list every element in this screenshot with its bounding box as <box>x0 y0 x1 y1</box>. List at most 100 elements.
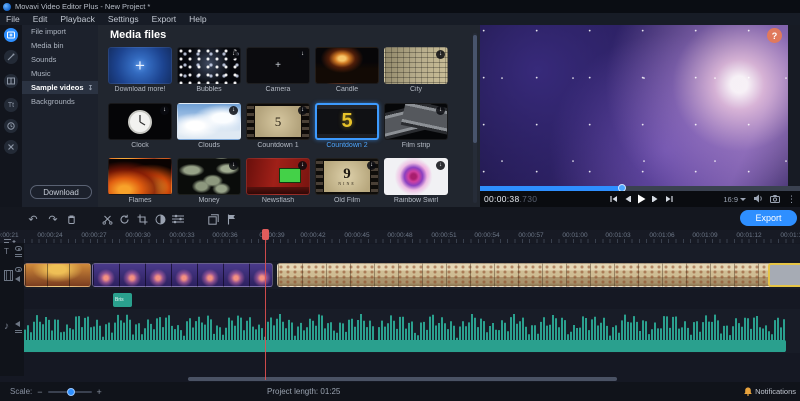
old-film-thumb[interactable]: 9 NINE ↓ <box>315 158 379 195</box>
sidebar-item-file-import[interactable]: File import <box>22 25 98 38</box>
media-item-film-strip[interactable]: ↓ Film strip <box>384 103 448 153</box>
eye-icon[interactable] <box>15 246 22 251</box>
sidebar-item-music[interactable]: Music <box>22 67 98 80</box>
media-item-city[interactable]: ↓ City <box>384 47 448 97</box>
prev-frame-icon[interactable] <box>624 195 631 203</box>
speaker-icon[interactable] <box>15 321 20 327</box>
export-button[interactable]: Export <box>740 210 797 226</box>
countdown-1-thumb[interactable]: 5 ↓ <box>246 103 310 140</box>
download-more-thumb[interactable]: + <box>108 47 172 84</box>
media-item-download-more[interactable]: + Download more! <box>108 47 172 97</box>
redo-icon[interactable]: ↷ <box>46 212 60 226</box>
media-item-camera[interactable]: + ↓ Camera <box>246 47 310 97</box>
clock-thumb[interactable]: ↓ <box>108 103 172 140</box>
crop-icon[interactable] <box>135 212 149 226</box>
overlay-clip-icon[interactable] <box>206 212 220 226</box>
video-clip-palms[interactable] <box>24 263 91 287</box>
sidebar-item-media-bin[interactable]: Media bin <box>22 39 98 52</box>
jump-start-icon[interactable] <box>610 195 618 203</box>
zoom-out-icon[interactable]: − <box>37 387 42 397</box>
titles-icon[interactable]: Tt <box>4 98 18 112</box>
marker-flag-icon[interactable] <box>224 212 238 226</box>
filters-wand-icon[interactable] <box>4 50 18 64</box>
download-button[interactable]: Download <box>30 185 92 199</box>
undo-icon[interactable]: ↶ <box>26 212 40 226</box>
clouds-thumb[interactable]: ↓ <box>177 103 241 140</box>
video-preview[interactable] <box>480 25 800 186</box>
media-import-icon[interactable] <box>4 28 18 42</box>
download-badge-icon[interactable]: ↓ <box>298 161 307 170</box>
media-item-old-film[interactable]: 9 NINE ↓ Old Film <box>315 158 379 208</box>
timeline-ruler[interactable]: 00:00:21 00:00:24 00:00:27 00:00:30 00:0… <box>0 230 800 243</box>
money-thumb[interactable]: ↓ <box>177 158 241 195</box>
menu-edit[interactable]: Edit <box>33 14 48 24</box>
split-scissors-icon[interactable] <box>100 212 114 226</box>
more-tools-icon[interactable] <box>4 140 18 154</box>
media-item-clouds[interactable]: ↓ Clouds <box>177 103 241 153</box>
help-button[interactable]: ? <box>767 28 782 43</box>
media-item-countdown-2-selected[interactable]: 5 Countdown 2 <box>315 103 379 153</box>
scale-slider[interactable] <box>48 391 92 393</box>
media-item-money[interactable]: ↓ Money <box>177 158 241 208</box>
timeline-scrollbar-thumb[interactable] <box>188 377 617 381</box>
download-badge-icon[interactable]: ↓ <box>436 161 445 170</box>
properties-sliders-icon[interactable] <box>171 212 185 226</box>
transitions-icon[interactable] <box>4 74 18 88</box>
media-item-flames[interactable]: Flames <box>108 158 172 208</box>
download-badge-icon[interactable]: ↓ <box>298 50 307 59</box>
download-badge-icon[interactable]: ↓ <box>229 106 238 115</box>
zoom-in-icon[interactable]: + <box>97 387 102 397</box>
jump-end-icon[interactable] <box>665 195 673 203</box>
menu-settings[interactable]: Settings <box>108 14 139 24</box>
stickers-clock-icon[interactable] <box>4 119 18 133</box>
aspect-ratio-select[interactable]: 16:9 <box>723 195 746 204</box>
download-badge-icon[interactable]: ↓ <box>367 161 376 170</box>
bubbles-thumb[interactable]: ↓ <box>177 47 241 84</box>
menu-playback[interactable]: Playback <box>60 14 95 24</box>
more-options-icon[interactable]: ⋮ <box>787 194 796 205</box>
media-item-bubbles[interactable]: ↓ Bubbles <box>177 47 241 97</box>
menu-help[interactable]: Help <box>189 14 206 24</box>
link-icon[interactable] <box>15 254 22 257</box>
media-item-candle[interactable]: Candle <box>315 47 379 97</box>
media-item-clock[interactable]: ↓ Clock <box>108 103 172 153</box>
download-badge-icon[interactable]: ↓ <box>160 106 169 115</box>
download-badge-icon[interactable]: ↓ <box>298 106 307 115</box>
video-clip-galaxy[interactable] <box>92 263 273 287</box>
notifications-button[interactable]: Notifications <box>744 387 796 396</box>
newsflash-thumb[interactable]: ↓ <box>246 158 310 195</box>
media-item-rainbow-swirl[interactable]: ↓ Rainbow Swirl <box>384 158 448 208</box>
delete-icon[interactable] <box>64 212 78 226</box>
download-badge-icon[interactable]: ↓ <box>436 106 445 115</box>
rainbow-swirl-thumb[interactable]: ↓ <box>384 158 448 195</box>
city-thumb[interactable]: ↓ <box>384 47 448 84</box>
play-icon[interactable] <box>637 194 646 204</box>
media-item-countdown-1[interactable]: 5 ↓ Countdown 1 <box>246 103 310 153</box>
video-clip-beach[interactable] <box>277 263 795 287</box>
candle-thumb[interactable] <box>315 47 379 84</box>
video-clip-selected[interactable] <box>768 263 800 287</box>
rotate-icon[interactable] <box>117 212 131 226</box>
download-badge-icon[interactable]: ↓ <box>229 50 238 59</box>
download-badge-icon[interactable]: ↓ <box>436 50 445 59</box>
sidebar-item-backgrounds[interactable]: Backgrounds <box>22 95 98 108</box>
menu-export[interactable]: Export <box>152 14 177 24</box>
speaker-icon[interactable] <box>15 276 20 282</box>
flames-thumb[interactable] <box>108 158 172 195</box>
media-scrollbar-thumb[interactable] <box>473 35 477 143</box>
countdown-2-thumb[interactable]: 5 <box>315 103 379 140</box>
sidebar-item-sounds[interactable]: Sounds <box>22 53 98 66</box>
link-icon[interactable] <box>15 330 22 333</box>
film-strip-thumb[interactable]: ↓ <box>384 103 448 140</box>
eye-icon[interactable] <box>15 267 22 272</box>
playhead-line[interactable] <box>265 229 266 380</box>
title-bar[interactable]: Movavi Video Editor Plus - New Project * <box>0 0 800 13</box>
menu-file[interactable]: File <box>6 14 20 24</box>
volume-icon[interactable] <box>753 190 763 208</box>
scale-slider-knob[interactable] <box>67 388 75 396</box>
next-frame-icon[interactable] <box>652 195 659 203</box>
audio-waveform[interactable] <box>24 310 786 352</box>
media-scrollbar[interactable] <box>473 33 477 203</box>
camera-thumb[interactable]: + ↓ <box>246 47 310 84</box>
sidebar-item-sample-videos[interactable]: Sample videos ↧ <box>22 81 98 94</box>
